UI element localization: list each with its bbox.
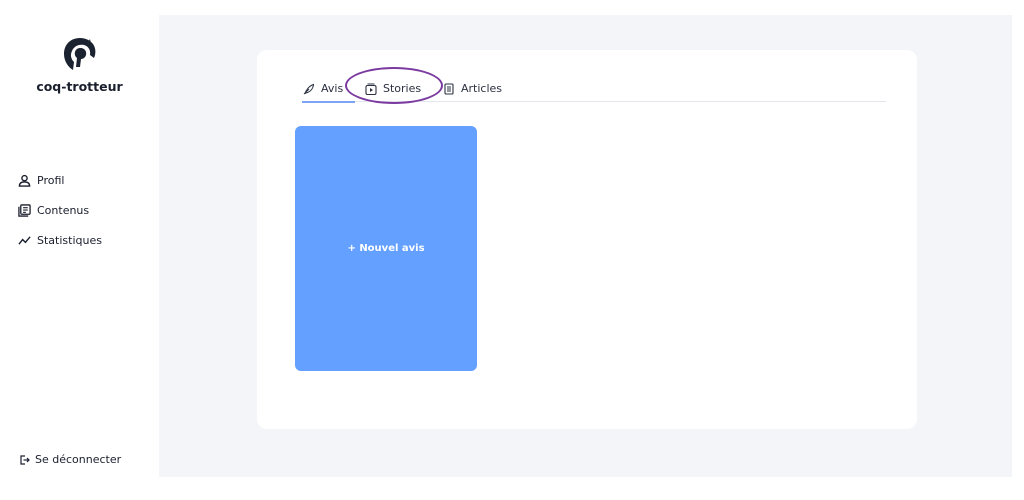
tab-label: Stories [383, 82, 422, 95]
content-tabs: Avis Stories Articles [302, 76, 886, 103]
logout-button[interactable]: Se déconnecter [20, 453, 121, 466]
new-review-button[interactable]: + Nouvel avis [295, 126, 477, 371]
review-feather-icon [303, 83, 315, 94]
tab-articles[interactable]: Articles [443, 76, 502, 101]
app-root: coq-trotteur Profil Contenus Statistique… [0, 0, 1024, 500]
sidebar-item-label: Statistiques [37, 233, 102, 247]
sidebar-item-label: Profil [37, 173, 65, 187]
sidebar-item-profil[interactable]: Profil [18, 165, 102, 195]
new-review-label: + Nouvel avis [347, 243, 425, 254]
tab-label: Avis [321, 82, 344, 95]
stories-play-icon [365, 83, 377, 95]
logo[interactable] [0, 34, 159, 74]
rooster-logo-icon [63, 38, 95, 70]
user-icon [18, 174, 31, 187]
tab-stories[interactable]: Stories [365, 76, 421, 101]
logout-label: Se déconnecter [35, 453, 122, 466]
content-card: Avis Stories Articles + Nouvel avis [257, 50, 917, 429]
sidebar-item-label: Contenus [37, 203, 90, 217]
sidebar-nav: Profil Contenus Statistiques [18, 165, 102, 255]
sidebar-item-statistiques[interactable]: Statistiques [18, 225, 102, 255]
article-document-icon [444, 82, 454, 95]
sidebar-item-contenus[interactable]: Contenus [18, 195, 102, 225]
sidebar: coq-trotteur Profil Contenus Statistique… [0, 0, 159, 500]
brand-name: coq-trotteur [36, 79, 123, 94]
content-library-icon [18, 203, 31, 217]
trend-line-icon [18, 235, 31, 245]
main-area: Avis Stories Articles + Nouvel avis [159, 15, 1012, 477]
tab-avis[interactable]: Avis [302, 76, 355, 103]
logout-icon [20, 454, 30, 465]
tab-label: Articles [461, 82, 503, 95]
